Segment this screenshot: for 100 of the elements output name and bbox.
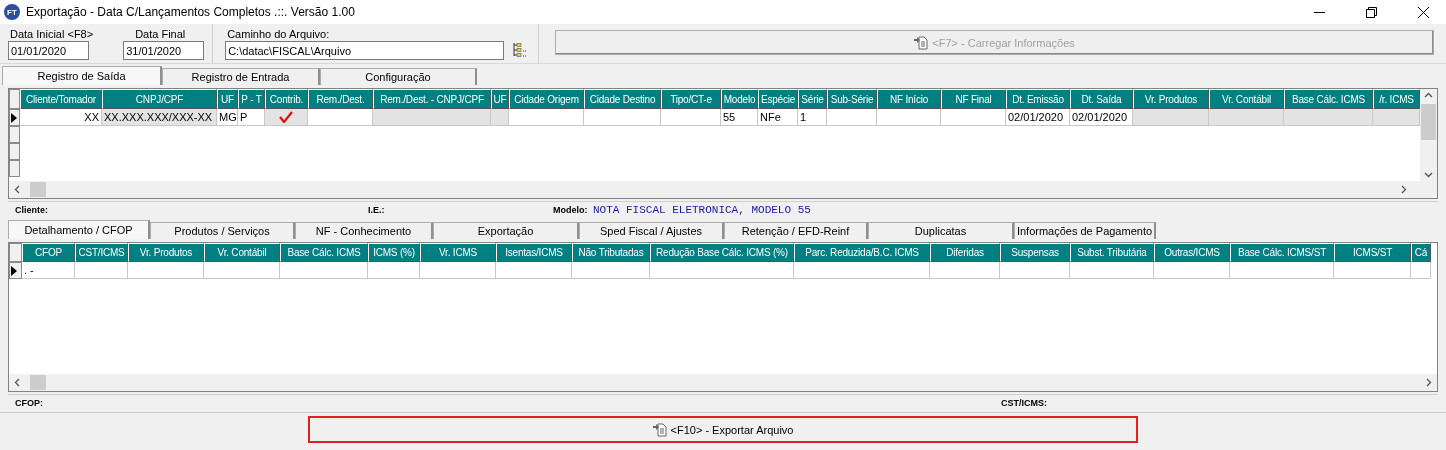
table-cell <box>1411 262 1431 279</box>
column-header[interactable]: ICMS (%) <box>368 243 420 262</box>
scroll-thumb[interactable] <box>30 182 46 197</box>
field-label: Caminho do Arquivo: <box>226 28 331 41</box>
date-field[interactable]: 01/01/2020 <box>8 41 89 60</box>
table-cell: . - <box>22 262 75 279</box>
field-label: Data Inicial <F8> <box>9 28 94 41</box>
info-label: CST/ICMS: <box>1001 397 1047 408</box>
column-header[interactable]: Outras/ICMS <box>1154 243 1230 262</box>
restore-icon[interactable] <box>1365 6 1377 18</box>
column-header[interactable]: Vr. Contábil <box>1209 89 1284 109</box>
table-cell: XX.XXX.XXX/XXX-XX <box>102 109 217 126</box>
column-header[interactable]: Base Cálc. ICMS/ST <box>1230 243 1334 262</box>
column-header[interactable]: Tipo/CT-e <box>661 89 721 109</box>
column-header[interactable]: Modelo <box>721 89 758 109</box>
document-icon <box>914 35 929 50</box>
info-label: Modelo: <box>553 204 588 215</box>
column-header[interactable]: Cá <box>1411 243 1431 262</box>
tab[interactable]: Duplicatas <box>868 222 1014 239</box>
column-header[interactable]: NF Início <box>877 89 941 109</box>
column-header[interactable]: Série <box>798 89 827 109</box>
info-label: CFOP: <box>15 397 43 408</box>
tab[interactable]: Exportação <box>433 222 579 239</box>
column-header[interactable]: Vr. ICMS <box>420 243 496 262</box>
column-header[interactable]: CST/ICMS <box>75 243 128 262</box>
scroll-up-icon[interactable] <box>1424 91 1433 100</box>
close-icon[interactable] <box>1417 6 1429 18</box>
column-header[interactable]: Contrib. <box>265 89 308 109</box>
column-header[interactable]: Dt. Saída <box>1070 89 1133 109</box>
column-header[interactable]: ICMS/ST <box>1334 243 1411 262</box>
info-label: I.E.: <box>368 204 385 215</box>
scroll-thumb[interactable] <box>1421 104 1436 140</box>
column-header[interactable]: UF <box>217 89 238 109</box>
tab[interactable]: NF - Conhecimento <box>295 222 433 239</box>
scrollbar[interactable] <box>1420 89 1437 181</box>
tab[interactable]: Retenção / EFD-Reinf <box>724 222 868 239</box>
column-header[interactable]: Isentas/ICMS <box>496 243 572 262</box>
app-icon: FT <box>4 4 20 20</box>
window-title: Exportação - Data C/Lançamentos Completos .::. Versão 1.00 <box>26 5 356 19</box>
column-header[interactable]: Não Tributadas <box>572 243 650 262</box>
table-cell: NFe <box>758 109 798 126</box>
scrollbar[interactable] <box>9 374 1437 391</box>
column-header[interactable]: Vr. Produtos <box>1133 89 1209 109</box>
path-field[interactable]: C:\datac\FISCAL\Arquivo <box>225 41 505 60</box>
column-header[interactable]: Redução Base Cálc. ICMS (%) <box>650 243 794 262</box>
folder-tree-icon[interactable] <box>512 42 529 58</box>
column-header[interactable]: Cliente/Tomador <box>20 89 102 109</box>
column-header[interactable]: P - T <box>238 89 265 109</box>
table-cell <box>75 262 128 279</box>
column-header[interactable]: Cidade Destino <box>584 89 661 109</box>
column-header[interactable]: Dt. Emissão <box>1006 89 1070 109</box>
info-label: Cliente: <box>15 204 48 215</box>
table-cell: 1 <box>798 109 827 126</box>
column-header[interactable]: Sub-Série <box>827 89 877 109</box>
current-row-icon <box>10 112 17 123</box>
column-header[interactable]: Vr. Contábil <box>204 243 280 262</box>
table-cell: 02/01/2020 <box>1070 109 1133 126</box>
column-header[interactable]: Rem./Dest. - CNPJ/CPF <box>373 89 491 109</box>
table-cell <box>1000 262 1070 279</box>
column-header[interactable]: CFOP <box>22 243 75 262</box>
column-header[interactable]: Suspensas <box>1000 243 1070 262</box>
table-cell: P <box>238 109 265 126</box>
tab[interactable]: Registro de Saída <box>2 66 162 85</box>
tab[interactable]: Detalhamento / CFOP <box>8 220 150 239</box>
column-header[interactable]: Vr. Produtos <box>128 243 204 262</box>
column-header[interactable]: Base Cálc. ICMS <box>1284 89 1373 109</box>
column-header[interactable]: CNPJ/CPF <box>102 89 217 109</box>
tab[interactable]: Informações de Pagamento <box>1014 222 1156 239</box>
table-cell: 02/01/2020 <box>1006 109 1070 126</box>
table-cell: 55 <box>721 109 758 126</box>
row-indicator[interactable] <box>9 262 22 279</box>
field-label: Data Final <box>134 28 187 41</box>
document-icon <box>652 422 667 437</box>
column-header[interactable]: Diferidas <box>930 243 1000 262</box>
column-header[interactable]: Cidade Origem <box>509 89 584 109</box>
date-field[interactable]: 31/01/2020 <box>123 41 205 60</box>
table-cell: XX <box>20 109 102 126</box>
current-row-icon <box>10 265 17 276</box>
column-header[interactable]: /r. ICMS <box>1373 89 1420 109</box>
column-header[interactable]: NF Final <box>941 89 1006 109</box>
column-header[interactable]: Parc. Reduzida/B.C. ICMS <box>794 243 930 262</box>
scroll-left-icon[interactable] <box>13 378 22 387</box>
table-cell <box>930 262 1000 279</box>
scrollbar[interactable] <box>9 181 1437 198</box>
column-header[interactable]: UF <box>491 89 509 109</box>
scroll-thumb[interactable] <box>30 375 46 390</box>
export-button[interactable]: <F10> - Exportar Arquivo <box>308 416 1138 443</box>
column-header[interactable]: Espécie <box>758 89 798 109</box>
column-header[interactable]: Rem./Dest. <box>308 89 373 109</box>
column-header[interactable]: Subst. Tributária <box>1070 243 1154 262</box>
scroll-down-icon[interactable] <box>1424 170 1433 179</box>
model-value: NOTA FISCAL ELETRONICA, MODELO 55 <box>593 203 811 216</box>
tab[interactable]: Sped Fiscal / Ajustes <box>579 222 724 239</box>
scroll-left-icon[interactable] <box>13 185 22 194</box>
tab[interactable]: Configuração <box>320 68 477 85</box>
scroll-right-icon[interactable] <box>1399 185 1408 194</box>
tab[interactable]: Registro de Entrada <box>162 68 320 85</box>
column-header[interactable]: Base Cálc. ICMS <box>280 243 368 262</box>
tab[interactable]: Produtos / Serviços <box>150 222 295 239</box>
scroll-right-icon[interactable] <box>1424 378 1433 387</box>
